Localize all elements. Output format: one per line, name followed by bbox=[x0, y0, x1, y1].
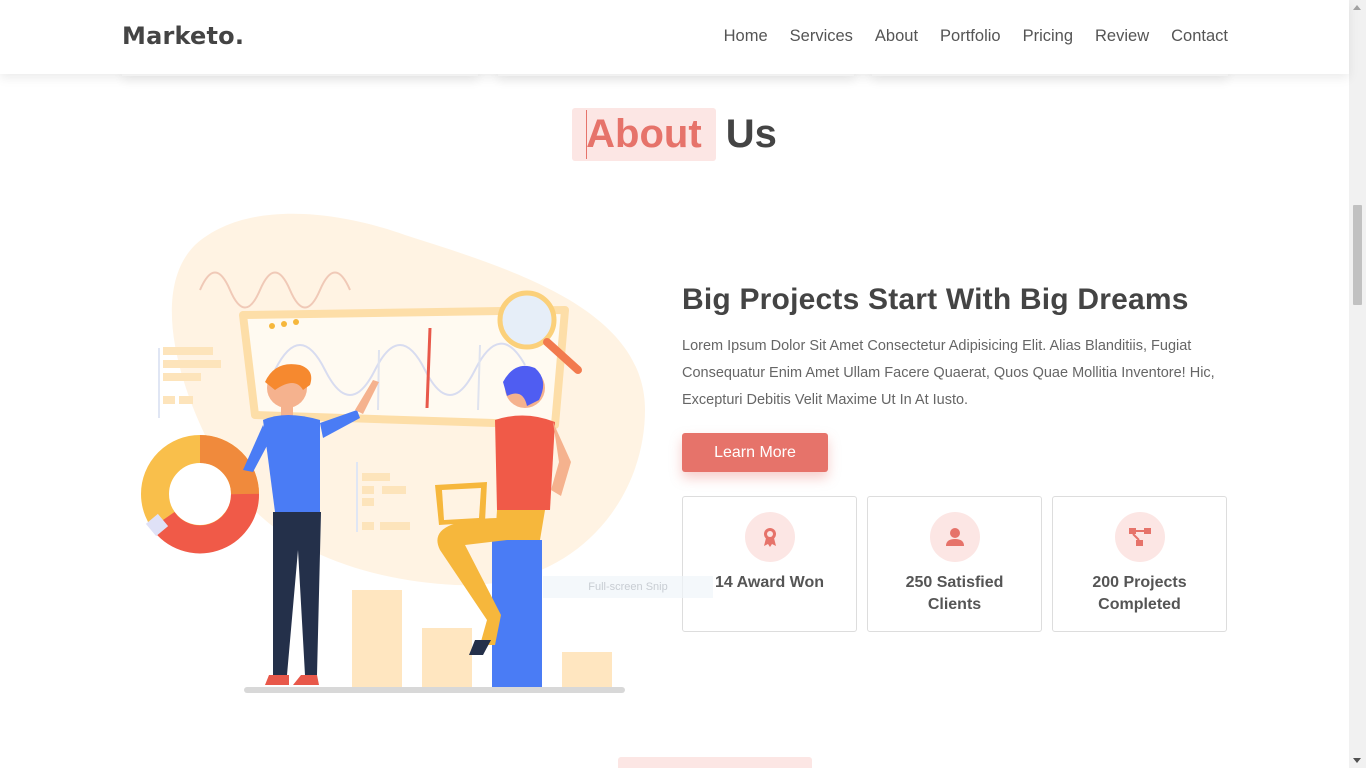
nav-contact[interactable]: Contact bbox=[1171, 27, 1228, 46]
stat-label: 250 Satisfied Clients bbox=[905, 574, 1004, 613]
scroll-up-icon[interactable] bbox=[1353, 5, 1361, 10]
scroll-down-icon[interactable] bbox=[1353, 758, 1361, 763]
stats-row: 14 Award Won 250 Satisfied Clients 200 P… bbox=[682, 496, 1227, 632]
stat-card: 14 Award Won bbox=[682, 496, 857, 632]
scrollbar[interactable] bbox=[1349, 0, 1366, 768]
nav-portfolio[interactable]: Portfolio bbox=[940, 27, 1001, 46]
stat-card: 200 Projects Completed bbox=[1052, 496, 1227, 632]
snip-overlay: Full-screen Snip bbox=[543, 576, 713, 598]
nav-about[interactable]: About bbox=[875, 27, 918, 46]
stat-card: 250 Satisfied Clients bbox=[867, 496, 1042, 632]
about-body: Lorem Ipsum Dolor Sit Amet Consectetur A… bbox=[682, 338, 1215, 408]
project-icon bbox=[1114, 512, 1165, 562]
nav-review[interactable]: Review bbox=[1095, 27, 1149, 46]
user-icon bbox=[929, 512, 980, 562]
section-title: About Us bbox=[0, 108, 1349, 161]
nav-home[interactable]: Home bbox=[724, 27, 768, 46]
site-header: Marketo. Home Services About Portfolio P… bbox=[0, 0, 1349, 74]
team-analytics-illustration bbox=[141, 213, 645, 693]
award-icon bbox=[744, 512, 795, 562]
section-title-highlight: About bbox=[572, 108, 716, 161]
about-heading: Big Projects Start With Big Dreams bbox=[682, 283, 1189, 316]
main-nav: Home Services About Portfolio Pricing Re… bbox=[724, 27, 1228, 46]
section-title-rest: Us bbox=[725, 112, 777, 156]
nav-pricing[interactable]: Pricing bbox=[1023, 27, 1073, 46]
nav-services[interactable]: Services bbox=[790, 27, 853, 46]
logo[interactable]: Marketo. bbox=[122, 22, 244, 50]
learn-more-button[interactable]: Learn More bbox=[682, 433, 828, 472]
next-section-title bbox=[618, 757, 812, 768]
stat-label: 200 Projects Completed bbox=[1092, 574, 1187, 613]
about-content: Big Projects Start With Big Dreams Lorem… bbox=[682, 283, 1228, 472]
scrollbar-thumb[interactable] bbox=[1353, 205, 1362, 305]
